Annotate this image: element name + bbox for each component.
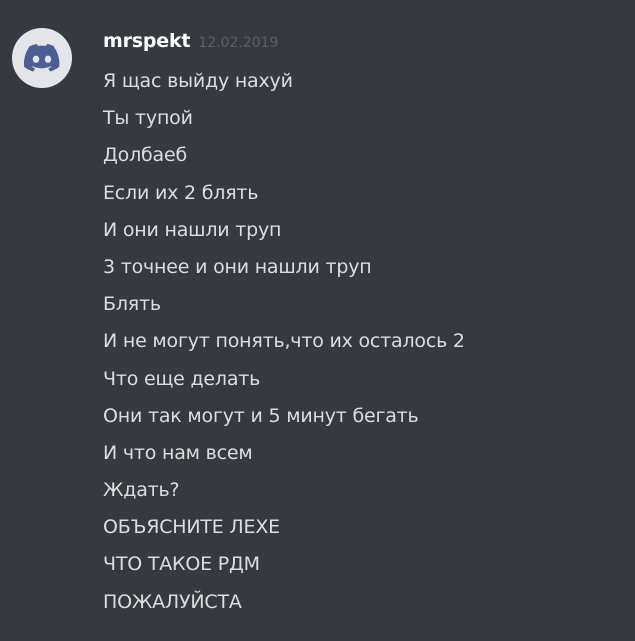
discord-logo-icon — [24, 44, 60, 72]
message-text: ПОЖАЛУЙСТА — [103, 590, 242, 613]
message-text: И что нам всем — [103, 441, 253, 464]
message-text: Они так могут и 5 минут бегать — [103, 404, 419, 427]
message-text: Блять — [103, 293, 161, 316]
message-text: Ждать? — [103, 479, 180, 502]
message-text: Ты тупой — [103, 107, 193, 130]
message-header: mrspekt 12.02.2019 — [103, 30, 278, 56]
message-text: 3 точнее и они нашли труп — [103, 255, 372, 278]
username[interactable]: mrspekt — [103, 30, 190, 52]
message-text: Что еще делать — [103, 367, 261, 390]
message-text: И они нашли труп — [103, 218, 282, 241]
message-text: Если их 2 блять — [103, 181, 259, 204]
message-list: Я щас выйду нахуй Ты тупой Долбаеб Если … — [103, 66, 623, 624]
message-text: Долбаеб — [103, 144, 187, 167]
message-text: ОБЪЯСНИТЕ ЛЕХЕ — [103, 516, 280, 539]
timestamp: 12.02.2019 — [198, 35, 279, 51]
message-text: И не могут понять,что их осталось 2 — [103, 330, 465, 353]
message-group: mrspekt 12.02.2019 Я щас выйду нахуй Ты … — [0, 0, 635, 641]
avatar[interactable] — [12, 28, 72, 88]
message-text: Я щас выйду нахуй — [103, 70, 293, 92]
message-text: ЧТО ТАКОЕ РДМ — [103, 553, 260, 576]
